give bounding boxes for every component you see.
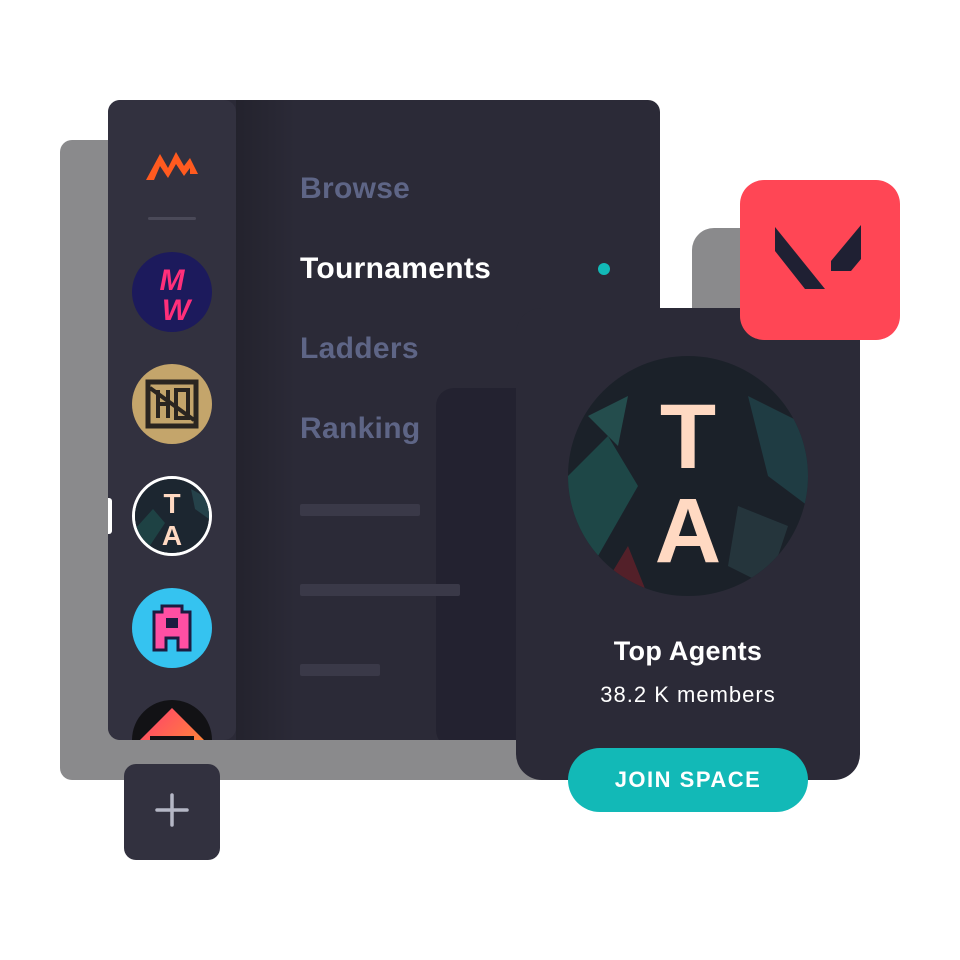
skeleton-line	[300, 664, 380, 676]
nav-browse[interactable]: Browse	[300, 172, 410, 206]
space-avatar-hq[interactable]	[132, 364, 212, 444]
svg-text:T: T	[163, 488, 180, 519]
space-avatar-top-agents[interactable]: T A	[132, 476, 212, 556]
svg-text:W: W	[162, 294, 193, 327]
sidebar-divider	[148, 217, 196, 220]
space-avatar-mw[interactable]: M W	[132, 252, 212, 332]
space-card: T A Top Agents 38.2 K members	[516, 308, 860, 780]
plus-icon	[154, 792, 190, 833]
space-avatar-omen[interactable]	[132, 700, 212, 740]
space-name: Top Agents	[613, 636, 763, 666]
space-avatar-pixel-a[interactable]	[132, 588, 212, 668]
space-card-avatar: T A	[568, 356, 808, 596]
card-monogram-top: T	[660, 386, 716, 488]
card-monogram-bottom: A	[655, 480, 721, 582]
nav-tournaments[interactable]: Tournaments	[300, 252, 491, 286]
selected-space-indicator	[108, 498, 112, 534]
skeleton-line	[300, 504, 420, 516]
add-space-button[interactable]	[124, 764, 220, 860]
nav-ranking[interactable]: Ranking	[300, 412, 420, 446]
nav-ladders[interactable]: Ladders	[300, 332, 419, 366]
member-count: 38.2 K members	[600, 682, 776, 707]
app-logo-icon[interactable]	[144, 144, 200, 184]
sidebar-shadow	[236, 100, 296, 740]
valorant-logo-icon	[775, 221, 865, 300]
spaces-sidebar: M W T A	[108, 100, 236, 740]
active-indicator-dot	[598, 263, 610, 275]
svg-text:M: M	[160, 264, 186, 297]
skeleton-line	[300, 584, 460, 596]
svg-text:A: A	[162, 520, 182, 551]
join-space-button[interactable]: JOIN SPACE	[568, 748, 808, 812]
game-badge[interactable]	[740, 180, 900, 340]
